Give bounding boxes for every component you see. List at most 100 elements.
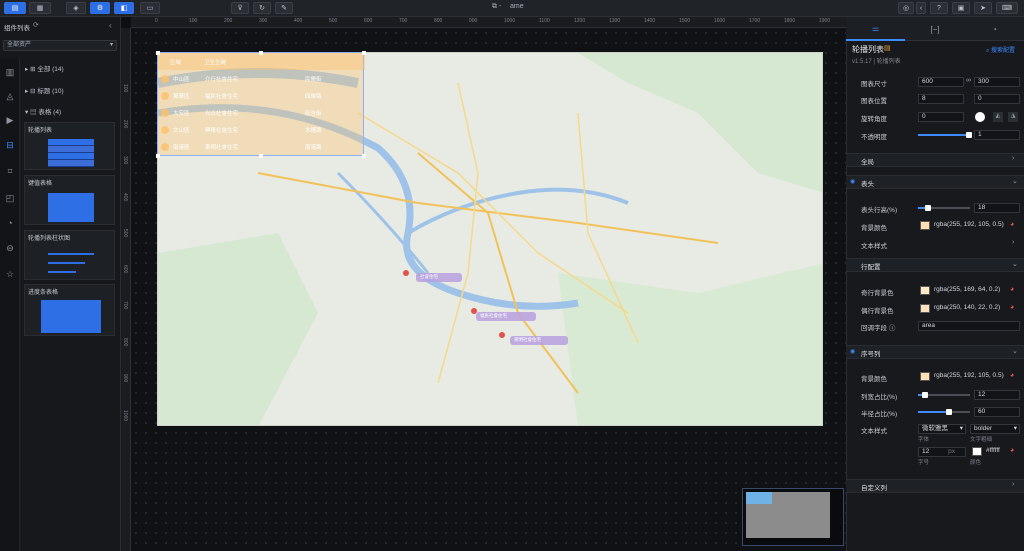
table-cell: 文山區	[173, 127, 190, 134]
tree-item-table[interactable]: ▾ ▤ 表格 (4)	[25, 106, 61, 116]
table-row[interactable]: 萬華區 福民社會住宅 四維路	[158, 87, 365, 104]
resize-handle[interactable]	[362, 154, 366, 158]
components-icon[interactable]: ⚙	[90, 2, 110, 14]
rotation-input[interactable]: 0	[918, 112, 964, 122]
palette-icon[interactable]: ◕	[1010, 372, 1014, 379]
layer-panel-button[interactable]: ▤	[4, 2, 26, 14]
media-icon[interactable]: ▶	[3, 113, 17, 127]
callback-field-input[interactable]: area	[918, 321, 1020, 331]
font-select[interactable]: 微软雅黑 ▾	[918, 424, 966, 434]
bg-color-swatch[interactable]	[920, 221, 930, 230]
palette-icon[interactable]: ◕	[1010, 447, 1014, 454]
table-row[interactable]: 南港區 東明社會住宅 南港路	[158, 138, 365, 155]
opacity-slider[interactable]	[918, 132, 972, 138]
text-icon[interactable]: ◬	[3, 89, 17, 103]
component-card-progress-table[interactable]: 进度条表格	[24, 284, 115, 336]
chevron-left-icon[interactable]: ‹	[916, 2, 926, 14]
font-size-input[interactable]: 12 px	[918, 447, 966, 457]
radius-slider[interactable]	[918, 409, 970, 415]
camera-icon[interactable]: ◎	[898, 2, 914, 14]
brush-icon[interactable]: ✎	[275, 2, 293, 14]
component-card-kv-table[interactable]: 键值表格	[24, 175, 115, 225]
table-cell: 萬華區	[173, 93, 190, 100]
table-row[interactable]: 文山區 興隆社會住宅 木柵路	[158, 121, 365, 138]
tree-item-title[interactable]: ▸ ⊟ 标题 (10)	[25, 85, 64, 95]
filter-icon[interactable]: ⊽	[231, 2, 249, 14]
resize-handle[interactable]	[156, 154, 160, 158]
map-marker-label[interactable]: 東明社會住宅	[514, 337, 541, 343]
even-row-swatch[interactable]	[920, 304, 930, 313]
preview-icon[interactable]: ▣	[952, 2, 970, 14]
component-card-carousel-bar[interactable]: 轮播列表柱状图	[24, 230, 115, 280]
tree-item-all[interactable]: ▸ ⊞ 全部 (14)	[25, 63, 64, 73]
resize-handle[interactable]	[259, 154, 263, 158]
refresh-icon[interactable]: ↻	[253, 2, 271, 14]
chart-icon[interactable]: ▥	[3, 65, 17, 79]
map-marker-label[interactable]: 福民社會住宅	[480, 313, 507, 319]
toolbox-icon[interactable]: ▭	[140, 2, 160, 14]
col-width-input[interactable]: 12	[974, 390, 1020, 400]
palette-icon[interactable]: ◕	[1010, 304, 1014, 311]
weight-select[interactable]: bolder ▾	[970, 424, 1020, 434]
index-bg-value[interactable]: rgba(255, 192, 105, 0.5)	[931, 372, 1009, 382]
odd-row-value[interactable]: rgba(255, 169, 64, 0.2)	[931, 286, 1009, 296]
search-config-link[interactable]: ⌕ 搜索配置	[986, 45, 1015, 55]
col-width-slider[interactable]	[918, 392, 970, 398]
help-icon[interactable]: ⓘ	[889, 325, 896, 332]
map-marker-label[interactable]: 社會住宅	[420, 274, 438, 280]
opacity-input[interactable]: 1	[974, 130, 1020, 140]
table-icon[interactable]: ⊟	[3, 138, 17, 152]
radius-input[interactable]: 60	[974, 407, 1020, 417]
palette-icon[interactable]: ◕	[1010, 286, 1014, 293]
height-input[interactable]: 300	[974, 77, 1020, 87]
header-text-style-label[interactable]: 文本样式	[861, 240, 887, 250]
palette-icon[interactable]: ◕	[1010, 221, 1014, 228]
rotation-dial[interactable]	[975, 112, 985, 122]
resize-handle[interactable]	[362, 51, 366, 55]
minimap[interactable]	[742, 488, 844, 546]
help-icon[interactable]: ?	[930, 2, 948, 14]
component-panel-button[interactable]: ▦	[29, 2, 51, 14]
index-bg-swatch[interactable]	[920, 372, 930, 381]
asset-filter-select[interactable]: 全部资产 ▾	[3, 40, 117, 51]
interaction-icon[interactable]: ⌗	[3, 164, 17, 178]
flip-h-icon[interactable]: ◭	[993, 112, 1003, 122]
material-icon[interactable]: ◔	[3, 216, 17, 230]
collapse-icon[interactable]: ‹	[109, 21, 112, 30]
callback-field-label: 回调字段 ⓘ	[861, 322, 895, 332]
carousel-table-component[interactable]: 区域 卫生生统 中山區 介行社會住宅 民樂街 萬華區 福民社會住宅 四維路 大安…	[156, 51, 366, 158]
tab-properties[interactable]: ⚌	[846, 17, 905, 41]
favorite-icon[interactable]: ☆	[3, 267, 17, 281]
resize-handle[interactable]	[259, 51, 263, 55]
flip-v-icon[interactable]: ◮	[1008, 112, 1018, 122]
refresh-list-icon[interactable]: ⟳	[33, 21, 39, 29]
link-icon[interactable]: ∞	[966, 77, 971, 84]
keyboard-icon[interactable]: ⌨	[996, 2, 1018, 14]
doc-icon[interactable]: ▤	[884, 44, 891, 52]
header-height-input[interactable]: 18	[974, 203, 1020, 213]
pos-y-input[interactable]: 0	[974, 94, 1020, 104]
odd-row-swatch[interactable]	[920, 286, 930, 295]
other-icon[interactable]: ⊖	[3, 241, 17, 255]
table-row[interactable]: 中山區 介行社會住宅 民樂街	[158, 70, 365, 87]
component-card-carousel-list[interactable]: 轮播列表	[24, 122, 115, 170]
tab-interaction[interactable]: ◔	[965, 17, 1024, 41]
resize-handle[interactable]	[156, 51, 160, 55]
bg-color-value[interactable]: rgba(255, 192, 105, 0.5)	[931, 221, 1009, 231]
width-input[interactable]: 600	[918, 77, 964, 87]
table-cell: 介行社會住宅	[205, 76, 239, 83]
eye-icon[interactable]: ◉	[850, 178, 855, 185]
eye-icon[interactable]: ◉	[850, 348, 855, 355]
decoration-icon[interactable]: ◰	[3, 191, 17, 205]
text-color-value[interactable]: #ffffff	[983, 447, 1009, 457]
tab-data[interactable]: [−]	[905, 17, 965, 41]
text-color-swatch[interactable]	[972, 447, 982, 456]
table-row[interactable]: 大安區 光合社會住宅 延吉街	[158, 104, 365, 121]
header-height-slider[interactable]	[918, 205, 970, 211]
font-value: 微软雅黑	[922, 425, 948, 432]
publish-icon[interactable]: ➤	[974, 2, 992, 14]
even-row-value[interactable]: rgba(250, 140, 22, 0.2)	[931, 304, 1009, 314]
layers-icon[interactable]: ◈	[66, 2, 86, 14]
config-panel-icon[interactable]: ◧	[114, 2, 134, 14]
pos-x-input[interactable]: 8	[918, 94, 964, 104]
